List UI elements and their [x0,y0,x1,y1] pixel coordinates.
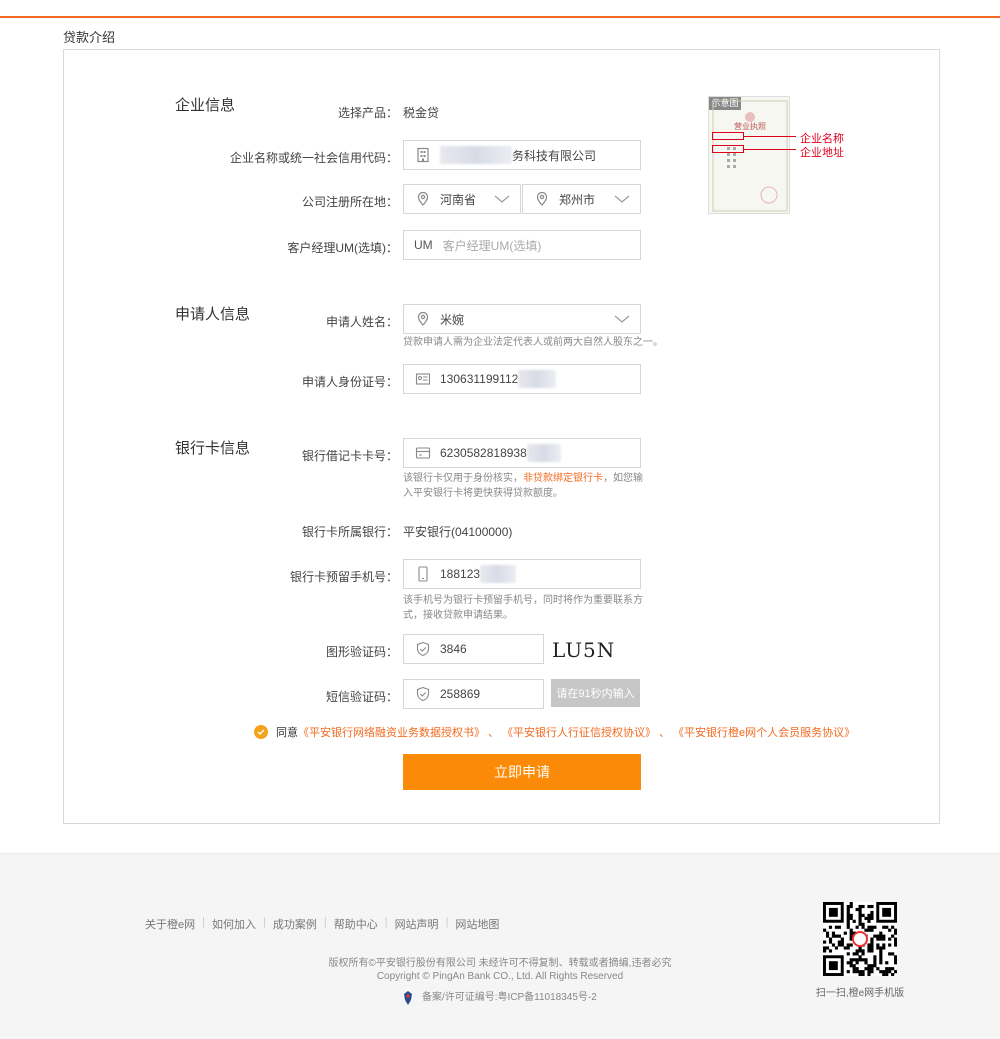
manager-um-label: 客户经理UM(选填)： [287,241,398,255]
id-number-value: 130631199112 [440,372,519,386]
icp-text[interactable]: 备案/许可证编号:粤ICP备11018345号-2 [422,992,597,1003]
link-member-service[interactable]: 《平安银行橙e网个人会员服务协议》 [673,724,855,740]
license-illustration [712,100,788,212]
qr-code [823,902,898,977]
debit-card-hint: 该银行卡仅用于身份核实，非贷款绑定银行卡，如您输入平安银行卡将更快获得贷款额度。 [403,473,643,499]
masked-text [440,146,512,164]
footer-link-help[interactable]: 帮助中心 [334,916,378,932]
page-title: 贷款介绍 [63,30,116,45]
reserved-phone-hint: 该手机号为银行卡预留手机号，同时将作为重要联系方式，接收贷款申请结果。 [403,595,643,621]
debit-card-input[interactable]: 6230582818938 [403,438,641,468]
bank-name-label: 银行卡所属银行： [301,525,398,539]
sms-countdown-button[interactable]: 请在91秒内输入 [551,679,640,707]
sms-code-value: 258869 [440,687,481,701]
agreement-row: 同意 《平安银行网络融资业务数据授权书》 、 《平安银行人行征信授权协议》 、 … [254,724,855,740]
company-name-input[interactable]: 务科技有限公司 [403,140,641,170]
province-value: 河南省 [440,192,477,207]
applicant-name-value: 米婉 [440,312,465,327]
city-select[interactable]: 郑州市 [522,184,641,214]
reserved-phone-input[interactable]: 188123 [403,559,641,589]
location-pin-icon [533,190,551,208]
debit-card-value: 6230582818938 [440,446,527,460]
chevron-down-icon [614,312,630,329]
manager-um-input[interactable]: UM 客户经理UM(选填) [403,230,641,260]
link-credit-authorization[interactable]: 《平安银行人行征信授权协议》 [502,724,656,740]
apply-now-button[interactable]: 立即申请 [403,754,641,790]
chevron-down-icon [614,192,630,209]
business-license-sample: 示意图 营业执照 [708,96,790,214]
shield-check-icon [414,640,432,658]
company-name-value: 务科技有限公司 [512,148,597,163]
footer-links: 关于橙e网 | 如何加入 | 成功案例 | 帮助中心 | 网站声明 | 网站地图 [145,916,500,932]
checkmark-icon [257,729,265,736]
company-address-pointer [744,149,796,150]
agreement-separator: 、 [659,727,670,739]
loan-application-form: 企业信息 选择产品： 税金贷 企业名称或统一社会信用代码： 务科技有限公司 公司… [63,49,940,824]
footer: 关于橙e网 | 如何加入 | 成功案例 | 帮助中心 | 网站声明 | 网站地图 版权所有… [0,853,1000,1039]
qr-caption: 扫一扫,橙e网手机版 [815,988,905,999]
reserved-phone-value: 188123 [440,567,481,581]
applicant-name-label: 申请人姓名： [325,315,398,329]
agreement-prefix: 同意 [276,727,298,739]
footer-link-how-to-join[interactable]: 如何加入 [212,916,256,932]
license-title: 营业执照 [734,122,766,131]
bank-name-value: 平安银行(04100000) [403,525,513,539]
reserved-phone-label: 银行卡预留手机号： [289,570,398,584]
province-select[interactable]: 河南省 [403,184,521,214]
agreement-checkbox[interactable] [254,725,268,739]
manager-um-placeholder: 客户经理UM(选填) [442,238,542,253]
footer-link-cases[interactable]: 成功案例 [273,916,317,932]
sms-code-input[interactable]: 258869 [403,679,544,709]
city-value: 郑州市 [559,192,596,207]
um-prefix: UM [414,238,433,252]
link-data-authorization[interactable]: 《平安银行网络融资业务数据授权书》 [298,724,485,740]
annotation-company-address: 企业地址 [800,147,844,159]
company-name-pointer [744,136,796,137]
captcha-input[interactable]: 3846 [403,634,544,664]
agreement-separator: 、 [488,727,499,739]
footer-link-about[interactable]: 关于橙e网 [145,916,195,932]
id-number-input[interactable]: 130631199112 [403,364,641,394]
mobile-phone-icon [414,565,432,583]
masked-text [480,565,517,583]
applicant-name-hint: 贷款申请人需为企业法定代表人或前两大自然人股东之一。 [403,337,663,348]
id-number-label: 申请人身份证号： [301,375,398,389]
footer-link-statement[interactable]: 网站声明 [395,916,439,932]
sms-code-label: 短信验证码： [325,690,398,704]
building-icon [414,146,432,164]
masked-text [526,444,561,462]
company-name-label: 企业名称或统一社会信用代码： [229,151,398,165]
debit-card-label: 银行借记卡卡号： [301,449,398,463]
location-pin-icon [414,310,432,328]
police-badge-icon [403,991,413,1006]
captcha-label: 图形验证码： [325,645,398,659]
shield-check-icon [414,685,432,703]
company-address-marker [712,145,744,153]
product-label: 选择产品： [337,106,398,120]
qr-code-image [823,902,898,977]
footer-link-sitemap[interactable]: 网站地图 [455,916,499,932]
product-value: 税金贷 [403,106,440,120]
id-card-icon [414,370,432,388]
applicant-name-select[interactable]: 米婉 [403,304,641,334]
captcha-value: 3846 [440,642,467,656]
bank-card-icon [414,444,432,462]
top-accent-line [0,16,1000,18]
masked-text [518,370,557,388]
location-pin-icon [414,190,432,208]
company-name-marker [712,132,744,140]
chevron-down-icon [494,192,510,209]
region-label: 公司注册所在地： [301,195,398,209]
captcha-image[interactable]: LU5N [552,638,615,662]
